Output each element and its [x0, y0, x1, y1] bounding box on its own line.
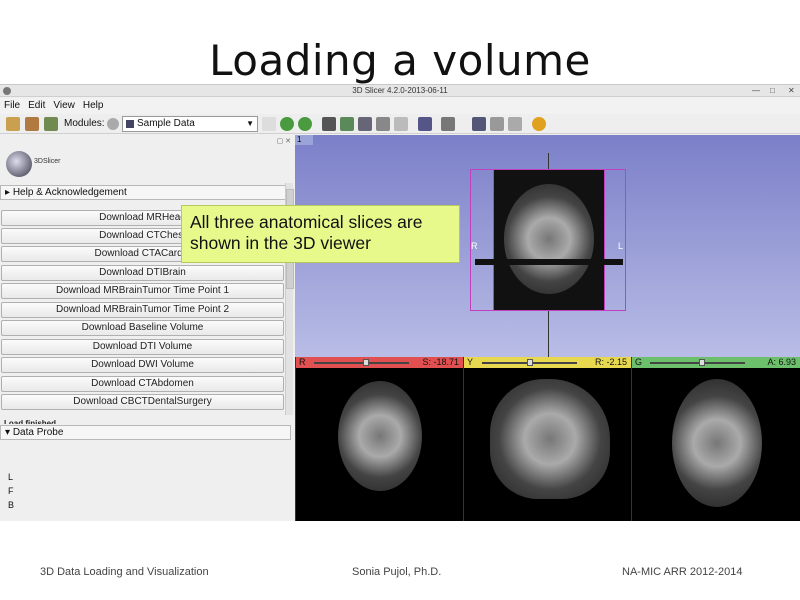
red-slice-bar: R S: -18.71: [296, 357, 463, 368]
red-slice-view[interactable]: R S: -18.71: [295, 357, 463, 521]
probe-orientation-b: B: [8, 500, 15, 510]
load-dicom-icon[interactable]: [25, 117, 39, 131]
menu-edit[interactable]: Edit: [24, 98, 49, 111]
axial-brain-image: [338, 381, 422, 491]
mouse-mode-icon[interactable]: [441, 117, 455, 131]
menu-bar: File Edit View Help: [0, 98, 800, 114]
maximize-button[interactable]: □: [770, 86, 775, 95]
yellow-slice-bar: Y R: -2.15: [464, 357, 631, 368]
data-module-icon[interactable]: [322, 117, 336, 131]
red-slice-slider[interactable]: [314, 362, 409, 364]
coronal-slice-3d: [493, 169, 605, 311]
probe-orientation-l: L: [8, 472, 14, 482]
help-acknowledgement-section[interactable]: ▸ Help & Acknowledgement: [0, 185, 290, 200]
menu-help[interactable]: Help: [79, 98, 108, 111]
data-probe-label: Data Probe: [12, 427, 64, 438]
red-slice-offset: S: -18.71: [422, 357, 459, 367]
slide: Loading a volume 3D Slicer 4.2.0-2013-06…: [0, 0, 800, 600]
yellow-slice-slider-knob[interactable]: [526, 359, 533, 366]
brain-image: [504, 184, 594, 294]
yellow-slice-view[interactable]: Y R: -2.15: [463, 357, 631, 521]
green-slice-offset: A: 6.93: [767, 357, 796, 367]
screenshot-icon[interactable]: [472, 117, 486, 131]
3d-view-tab[interactable]: 1: [295, 135, 313, 145]
download-mrbraintumor-2-button[interactable]: Download MRBrainTumor Time Point 2: [1, 302, 284, 318]
module-icon: [126, 120, 134, 128]
slicer-window: 3D Slicer 4.2.0-2013-06-11 — □ ✕ File Edi…: [0, 84, 800, 521]
green-slice-label: G: [635, 357, 643, 367]
load-status: Load finished: [4, 419, 56, 424]
axial-slice-3d: [475, 259, 623, 265]
coronal-brain-image: [672, 379, 762, 507]
back-arrow-icon[interactable]: [280, 117, 294, 131]
sagittal-brain-image: [490, 379, 610, 499]
module-select[interactable]: Sample Data ▼: [122, 116, 258, 132]
slicer-logo-icon: [6, 151, 32, 177]
menu-view[interactable]: View: [49, 98, 79, 111]
logo-text: 3DSlicer: [34, 158, 61, 165]
yellow-slice-label: Y: [467, 357, 474, 367]
editor-module-icon[interactable]: [394, 117, 408, 131]
footer-center: Sonia Pujol, Ph.D.: [352, 566, 442, 578]
toolbar: Modules: Sample Data ▼: [0, 114, 800, 134]
extension-manager-icon[interactable]: [508, 117, 522, 131]
crosshair-icon[interactable]: [532, 117, 546, 131]
models-module-icon[interactable]: [358, 117, 372, 131]
download-cbctdentalsurgery-button[interactable]: Download CBCTDentalSurgery: [1, 394, 284, 410]
download-dwi-volume-button[interactable]: Download DWI Volume: [1, 357, 284, 373]
module-history-icon[interactable]: [262, 117, 276, 131]
download-dtibrain-button[interactable]: Download DTIBrain: [1, 265, 284, 281]
module-panel: ▢ ✕ 3DSlicer ▸ Help & Acknowledgement Do…: [0, 135, 295, 521]
transforms-module-icon[interactable]: [376, 117, 390, 131]
view-area: 1 R L R S: -18.71 Y R: -2.15 G A: 6.93: [295, 135, 800, 521]
data-probe-section[interactable]: ▾ Data Probe: [0, 425, 291, 440]
slide-title: Loading a volume: [209, 36, 591, 85]
red-slice-slider-knob[interactable]: [363, 359, 370, 366]
save-icon[interactable]: [44, 117, 58, 131]
3d-axis-l-label: L: [618, 241, 624, 251]
annotation-callout: All three anatomical slices are shown in…: [181, 205, 460, 263]
close-button[interactable]: ✕: [788, 86, 795, 95]
download-ctabdomen-button[interactable]: Download CTAbdomen: [1, 376, 284, 392]
download-baseline-volume-button[interactable]: Download Baseline Volume: [1, 320, 284, 336]
menu-file[interactable]: File: [0, 98, 24, 111]
window-title: 3D Slicer 4.2.0-2013-06-11: [352, 86, 448, 95]
modules-label: Modules:: [64, 118, 105, 129]
footer-left: 3D Data Loading and Visualization: [40, 566, 209, 578]
layout-icon[interactable]: [418, 117, 432, 131]
red-slice-label: R: [299, 357, 306, 367]
chevron-down-icon: ▼: [246, 119, 254, 128]
probe-orientation-f: F: [8, 486, 14, 496]
green-slice-view[interactable]: G A: 6.93: [631, 357, 800, 521]
minimize-button[interactable]: —: [752, 86, 760, 95]
green-slice-slider[interactable]: [650, 362, 745, 364]
download-mrbraintumor-1-button[interactable]: Download MRBrainTumor Time Point 1: [1, 283, 284, 299]
green-slice-slider-knob[interactable]: [699, 359, 706, 366]
green-slice-bar: G A: 6.93: [632, 357, 800, 368]
window-titlebar: 3D Slicer 4.2.0-2013-06-11 — □ ✕: [0, 85, 800, 97]
3d-axis-r-label: R: [471, 241, 478, 251]
download-dti-volume-button[interactable]: Download DTI Volume: [1, 339, 284, 355]
scene-view-icon[interactable]: [490, 117, 504, 131]
module-select-value: Sample Data: [137, 118, 195, 129]
volumes-module-icon[interactable]: [340, 117, 354, 131]
panel-controls: ▢ ✕: [276, 138, 291, 145]
forward-arrow-icon[interactable]: [298, 117, 312, 131]
yellow-slice-offset: R: -2.15: [594, 357, 627, 367]
load-data-icon[interactable]: [6, 117, 20, 131]
search-icon[interactable]: [107, 118, 119, 130]
help-acknowledgement-label: Help & Acknowledgement: [12, 187, 127, 198]
footer-right: NA-MIC ARR 2012-2014: [622, 566, 743, 578]
